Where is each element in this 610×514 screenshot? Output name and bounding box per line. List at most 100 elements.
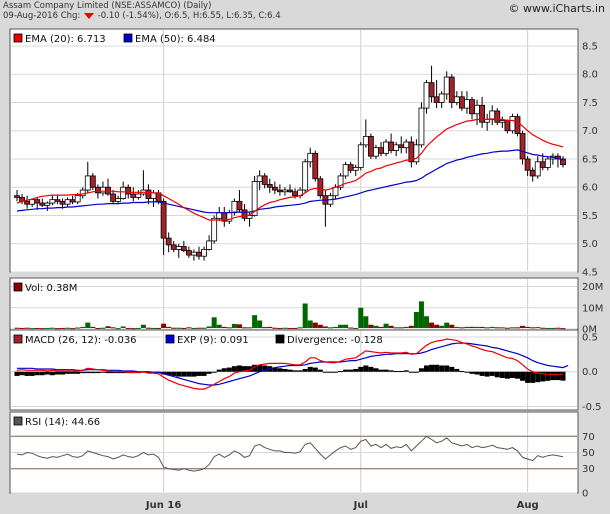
divergence-bar [520, 371, 526, 381]
divergence-bar [49, 371, 55, 376]
volume-bar [115, 328, 121, 330]
candle-body [135, 193, 142, 198]
candle-body [241, 209, 248, 219]
candle-body [388, 141, 395, 151]
macd-tick-label: -0.5 [582, 402, 602, 413]
legend-label: MACD (26, 12): -0.036 [25, 335, 137, 346]
candle-body [307, 152, 314, 163]
volume-bar [297, 327, 303, 329]
volume-bar [378, 326, 384, 328]
rsi-tick-label: 0 [582, 489, 588, 500]
volume-bar [338, 324, 344, 328]
volume-bar [489, 326, 495, 328]
rsi-tick-label: 30 [582, 464, 595, 475]
divergence-bar [388, 370, 394, 372]
divergence-bar [211, 371, 217, 373]
volume-bar [186, 327, 192, 329]
divergence-bar [429, 364, 435, 372]
volume-bar [322, 326, 328, 328]
volume-bar [120, 326, 126, 328]
divergence-bar [418, 368, 424, 372]
divergence-bar [504, 371, 510, 379]
divergence-bar [70, 371, 76, 374]
divergence-bar [550, 371, 556, 381]
volume-bar [166, 326, 172, 328]
volume-bar [494, 327, 500, 329]
divergence-bar [363, 365, 369, 372]
volume-bar [479, 326, 485, 328]
divergence-bar [29, 371, 35, 376]
candle-body [494, 110, 501, 123]
candle-body [362, 135, 369, 146]
volume-bar [201, 327, 207, 329]
volume-bar [302, 303, 308, 328]
panel-0 [9, 28, 579, 273]
candle-body [115, 198, 122, 202]
divergence-bar [75, 371, 81, 374]
candle-body [191, 251, 197, 256]
volume-bar [398, 327, 404, 329]
candle-body [464, 99, 470, 109]
divergence-bar [444, 365, 450, 372]
divergence-bar [216, 369, 222, 372]
legend-swatch [275, 334, 285, 344]
volume-bar [373, 325, 379, 328]
divergence-bar [85, 371, 91, 374]
volume-bar [75, 327, 81, 329]
candle-body [271, 186, 278, 191]
volume-bar [44, 327, 50, 329]
volume-bar [135, 327, 141, 329]
volume-bar [236, 324, 242, 328]
divergence-bar [24, 371, 30, 376]
price-tick-label: 5.0 [582, 239, 598, 250]
divergence-bar [277, 368, 283, 372]
divergence-bar [408, 371, 414, 373]
divergence-bar [236, 365, 242, 372]
volume-bar [65, 327, 71, 329]
volume-bar [343, 324, 349, 328]
candle-body [150, 192, 157, 199]
volume-bar [474, 326, 480, 328]
volume-bar [424, 316, 429, 328]
volume-bar [560, 328, 566, 330]
candle-body [89, 175, 96, 188]
x-tick-label: Jul [353, 500, 368, 511]
candle-body [544, 158, 551, 168]
legend-swatch [13, 33, 23, 43]
macd-tick-label: 0.0 [582, 367, 598, 378]
candle-body [282, 189, 288, 193]
price-tick-label: 6.5 [582, 154, 598, 165]
candle-body [211, 217, 218, 242]
divergence-bar [44, 371, 50, 375]
volume-bar [368, 324, 374, 328]
candle-body [453, 96, 460, 103]
x-tick-label: Jun 16 [145, 500, 181, 511]
candle-body [120, 186, 127, 199]
volume-bar [292, 327, 298, 329]
volume-bar [247, 327, 253, 329]
price-tick-label: 4.5 [582, 268, 598, 279]
legend-swatch [13, 416, 23, 426]
volume-bar [484, 327, 490, 329]
divergence-bar [60, 371, 65, 375]
volume-bar [206, 326, 212, 328]
volume-bar [221, 326, 227, 328]
divergence-bar [348, 369, 354, 372]
volume-bar [403, 326, 409, 328]
volume-bar [49, 327, 55, 329]
volume-bar [54, 328, 60, 330]
candle-body [504, 120, 511, 132]
price-tick-label: 7.0 [582, 126, 598, 137]
divergence-bar [373, 368, 379, 372]
candle-body [312, 152, 319, 180]
legend-swatch [123, 33, 133, 43]
volume-bar [429, 322, 435, 328]
divergence-bar [39, 371, 45, 376]
candle-body [332, 186, 339, 197]
candle-body [79, 189, 86, 197]
volume-bar [19, 327, 25, 329]
volume-bar [449, 324, 455, 328]
divergence-bar [90, 371, 96, 374]
volume-bar [272, 327, 278, 329]
candle-body [54, 199, 61, 202]
